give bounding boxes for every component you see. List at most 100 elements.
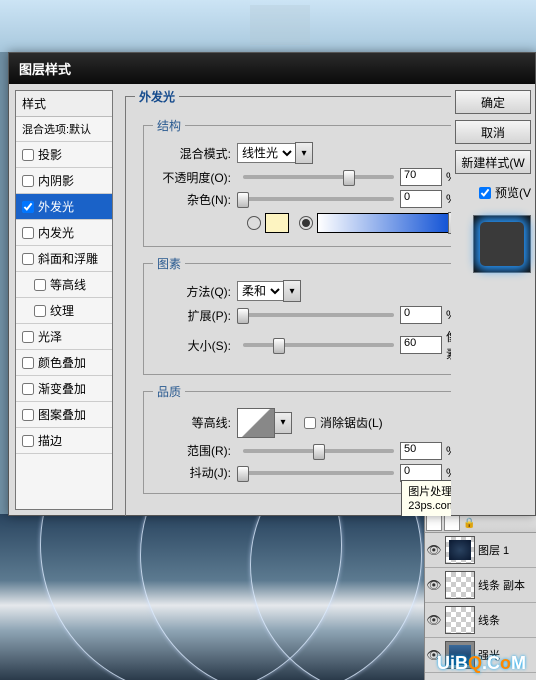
chevron-down-icon[interactable]: ▾ (448, 212, 451, 234)
technique-label: 方法(Q): (159, 283, 237, 300)
layer-style-dialog: 图层样式 样式 混合选项:默认 投影内阴影外发光内发光斜面和浮雕等高线纹理光泽颜… (8, 52, 536, 516)
style-item-7[interactable]: 光泽 (16, 324, 112, 350)
layer-name: 线条 副本 (478, 577, 525, 593)
layer-name: 图层 1 (478, 542, 509, 558)
style-label: 等高线 (50, 276, 86, 293)
style-checkbox[interactable] (22, 383, 34, 395)
spread-value[interactable]: 0 (400, 306, 442, 324)
size-value[interactable]: 60 (400, 336, 442, 354)
layer-row[interactable]: 👁 线条 副本 (425, 568, 536, 603)
preview-checkbox[interactable] (479, 187, 491, 199)
style-checkbox[interactable] (22, 175, 34, 187)
antialias-label: 消除锯齿(L) (320, 414, 383, 431)
style-checkbox[interactable] (22, 435, 34, 447)
layer-name: 线条 (478, 612, 500, 628)
visibility-icon[interactable]: 👁 (426, 578, 442, 592)
spread-slider[interactable] (243, 313, 394, 317)
opacity-unit: % (446, 170, 451, 184)
quality-legend: 品质 (153, 383, 185, 400)
range-unit: % (446, 444, 451, 458)
chevron-down-icon[interactable]: ▾ (274, 412, 292, 434)
style-checkbox[interactable] (22, 331, 34, 343)
style-item-6[interactable]: 纹理 (16, 298, 112, 324)
visibility-icon[interactable]: 👁 (426, 613, 442, 627)
noise-label: 杂色(N): (159, 191, 237, 208)
range-slider[interactable] (243, 449, 394, 453)
lock-icon: 🔒 (463, 518, 475, 529)
style-label: 外发光 (38, 198, 74, 215)
size-unit: 像素 (446, 328, 451, 362)
noise-value[interactable]: 0 (400, 190, 442, 208)
color-swatch[interactable] (265, 213, 289, 233)
style-label: 投影 (38, 146, 62, 163)
gradient-swatch[interactable] (317, 213, 449, 233)
technique-select[interactable]: 柔和 (237, 281, 284, 301)
jitter-value[interactable]: 0 (400, 464, 442, 482)
layer-row[interactable]: 👁 线条 (425, 603, 536, 638)
layer-row[interactable]: 👁 图层 1 (425, 533, 536, 568)
jitter-slider[interactable] (243, 471, 394, 475)
style-item-0[interactable]: 投影 (16, 142, 112, 168)
style-checkbox[interactable] (22, 409, 34, 421)
chevron-down-icon[interactable]: ▾ (283, 280, 301, 302)
style-checkbox[interactable] (22, 357, 34, 369)
size-label: 大小(S): (159, 337, 237, 354)
contour-picker[interactable] (237, 408, 275, 438)
contour-label: 等高线: (159, 414, 237, 431)
size-slider[interactable] (243, 343, 394, 347)
effect-preview (473, 215, 531, 273)
style-item-8[interactable]: 颜色叠加 (16, 350, 112, 376)
styles-header[interactable]: 样式 (16, 91, 112, 117)
style-item-4[interactable]: 斜面和浮雕 (16, 246, 112, 272)
style-label: 颜色叠加 (38, 354, 86, 371)
style-checkbox[interactable] (22, 149, 34, 161)
style-label: 纹理 (50, 302, 74, 319)
watermark: UiBQ.CoM (437, 653, 526, 674)
range-label: 范围(R): (159, 442, 237, 459)
range-value[interactable]: 50 (400, 442, 442, 460)
gradient-radio[interactable] (299, 216, 313, 230)
preview-label: 预览(V (495, 184, 531, 201)
opacity-slider[interactable] (243, 175, 394, 179)
color-radio[interactable] (247, 216, 261, 230)
layers-panel-header: 🔒 (425, 514, 536, 533)
style-item-5[interactable]: 等高线 (16, 272, 112, 298)
style-label: 图案叠加 (38, 406, 86, 423)
jitter-unit: % (446, 466, 451, 480)
opacity-label: 不透明度(O): (159, 169, 237, 186)
style-item-10[interactable]: 图案叠加 (16, 402, 112, 428)
spread-label: 扩展(P): (159, 307, 237, 324)
style-label: 光泽 (38, 328, 62, 345)
style-item-2[interactable]: 外发光 (16, 194, 112, 220)
noise-slider[interactable] (243, 197, 394, 201)
opacity-value[interactable]: 70 (400, 168, 442, 186)
new-style-button[interactable]: 新建样式(W (455, 150, 531, 174)
style-item-11[interactable]: 描边 (16, 428, 112, 454)
style-label: 渐变叠加 (38, 380, 86, 397)
structure-legend: 结构 (153, 117, 185, 134)
chevron-down-icon[interactable]: ▾ (295, 142, 313, 164)
style-item-9[interactable]: 渐变叠加 (16, 376, 112, 402)
ok-button[interactable]: 确定 (455, 90, 531, 114)
canvas-preview (0, 514, 425, 680)
style-item-1[interactable]: 内阴影 (16, 168, 112, 194)
style-label: 内发光 (38, 224, 74, 241)
spread-unit: % (446, 308, 451, 322)
style-checkbox[interactable] (34, 305, 46, 317)
blend-mode-select[interactable]: 线性光 (237, 143, 296, 163)
style-checkbox[interactable] (22, 227, 34, 239)
style-item-3[interactable]: 内发光 (16, 220, 112, 246)
antialias-checkbox[interactable] (304, 417, 316, 429)
tooltip: 图片处理 23ps.com 教程网 (401, 480, 451, 516)
style-label: 斜面和浮雕 (38, 250, 98, 267)
visibility-icon[interactable]: 👁 (426, 543, 442, 557)
cancel-button[interactable]: 取消 (455, 120, 531, 144)
style-checkbox[interactable] (22, 201, 34, 213)
style-checkbox[interactable] (22, 253, 34, 265)
styles-list: 样式 混合选项:默认 投影内阴影外发光内发光斜面和浮雕等高线纹理光泽颜色叠加渐变… (15, 90, 113, 510)
panel-title: 外发光 (135, 88, 179, 105)
blend-mode-label: 混合模式: (159, 145, 237, 162)
blend-options[interactable]: 混合选项:默认 (16, 117, 112, 142)
jitter-label: 抖动(J): (159, 464, 237, 481)
style-checkbox[interactable] (34, 279, 46, 291)
